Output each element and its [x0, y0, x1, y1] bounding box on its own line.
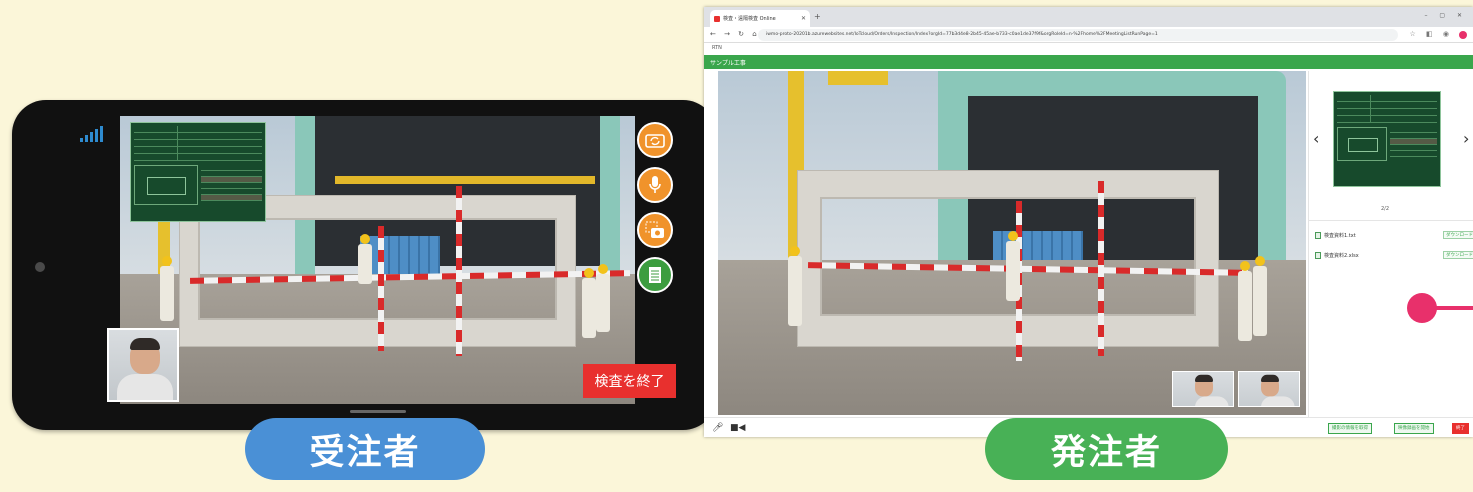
chevron-left-icon[interactable]: ‹: [1313, 129, 1319, 148]
page-indicator: 2/2: [1381, 206, 1390, 212]
bookmark-item[interactable]: RTN: [712, 45, 722, 51]
tab-bar: 検査・遠隔検査 Online ✕ + – ▢ ✕: [704, 7, 1473, 27]
document-button[interactable]: [637, 257, 673, 293]
camera-capture-icon: [645, 221, 664, 238]
file-item-2: 検査資料2.xlsx ダウンロード: [1315, 251, 1473, 259]
download-button[interactable]: ダウンロード: [1443, 251, 1473, 259]
end-inspection-button[interactable]: 検査を終了: [583, 364, 676, 398]
extension-icons[interactable]: ☆ ◧ ◉: [1410, 30, 1453, 38]
end-button[interactable]: 終了: [1452, 423, 1469, 434]
bookmark-bar: RTN: [704, 43, 1473, 55]
home-indicator: [350, 410, 406, 413]
browser-window: 検査・遠隔検査 Online ✕ + – ▢ ✕ ← → ↻ ⌂ iwmo-pr…: [704, 7, 1473, 437]
camera-switch-button[interactable]: [637, 122, 673, 158]
navigation-icons[interactable]: ← → ↻ ⌂: [710, 30, 760, 38]
download-button[interactable]: ダウンロード: [1443, 231, 1473, 239]
remote-video-view: [718, 71, 1306, 415]
signal-strength-icon: [80, 126, 103, 142]
photo-capture-button[interactable]: [637, 212, 673, 248]
contractor-label: 受注者: [245, 418, 485, 480]
favicon-icon: [714, 15, 720, 22]
get-capture-info-button[interactable]: 撮影の情報を取得: [1328, 423, 1372, 434]
chevron-right-icon[interactable]: ›: [1463, 129, 1469, 148]
front-camera: [35, 262, 45, 272]
client-label: 発注者: [985, 418, 1228, 480]
camera-switch-icon: [645, 134, 665, 148]
video-camera-icon[interactable]: ■◀: [730, 423, 745, 433]
new-tab-icon[interactable]: +: [814, 12, 821, 21]
file-name: 検査資料2.xlsx: [1324, 252, 1359, 259]
document-viewer: ‹ › 2/2: [1309, 71, 1473, 221]
microphone-icon[interactable]: 🎤︎: [712, 423, 723, 433]
microphone-button[interactable]: [637, 167, 673, 203]
file-icon: [1315, 231, 1321, 239]
window-controls[interactable]: – ▢ ✕: [1424, 12, 1467, 19]
file-item-1: 検査資料1.txt ダウンロード: [1315, 231, 1473, 239]
start-recording-button[interactable]: 映像録画を開始: [1394, 423, 1434, 434]
url-field[interactable]: iwmo-proto-20201b.azurewebsites.net/IoTc…: [758, 29, 1398, 41]
self-video-thumbnail: [107, 328, 179, 402]
phone-camera-view: [120, 116, 635, 404]
participant-video-1: [1172, 371, 1234, 407]
construction-scene-remote: [718, 71, 1306, 415]
slider-handle[interactable]: [1407, 293, 1437, 323]
document-icon: [649, 267, 661, 283]
profile-avatar[interactable]: [1459, 31, 1467, 39]
address-bar: ← → ↻ ⌂ iwmo-proto-20201b.azurewebsites.…: [704, 27, 1473, 43]
document-side-panel: ‹ › 2/2 検査資料1.txt ダウンロード 検査資料2.xlsx ダウンロ: [1308, 71, 1473, 417]
page-title: サンプル工事: [710, 60, 746, 67]
tab-title: 検査・遠隔検査 Online: [723, 16, 776, 22]
slider-track[interactable]: [1435, 306, 1473, 310]
close-icon[interactable]: ✕: [801, 15, 806, 22]
file-name: 検査資料1.txt: [1324, 232, 1356, 239]
participant-video-2: [1238, 371, 1300, 407]
app-header: サンプル工事: [704, 55, 1473, 69]
avatar: [117, 338, 173, 400]
browser-tab[interactable]: 検査・遠隔検査 Online ✕: [710, 10, 810, 27]
file-icon: [1315, 251, 1321, 259]
inspection-document-overlay: [130, 122, 266, 222]
document-preview: [1333, 91, 1441, 187]
microphone-icon: [649, 176, 661, 193]
